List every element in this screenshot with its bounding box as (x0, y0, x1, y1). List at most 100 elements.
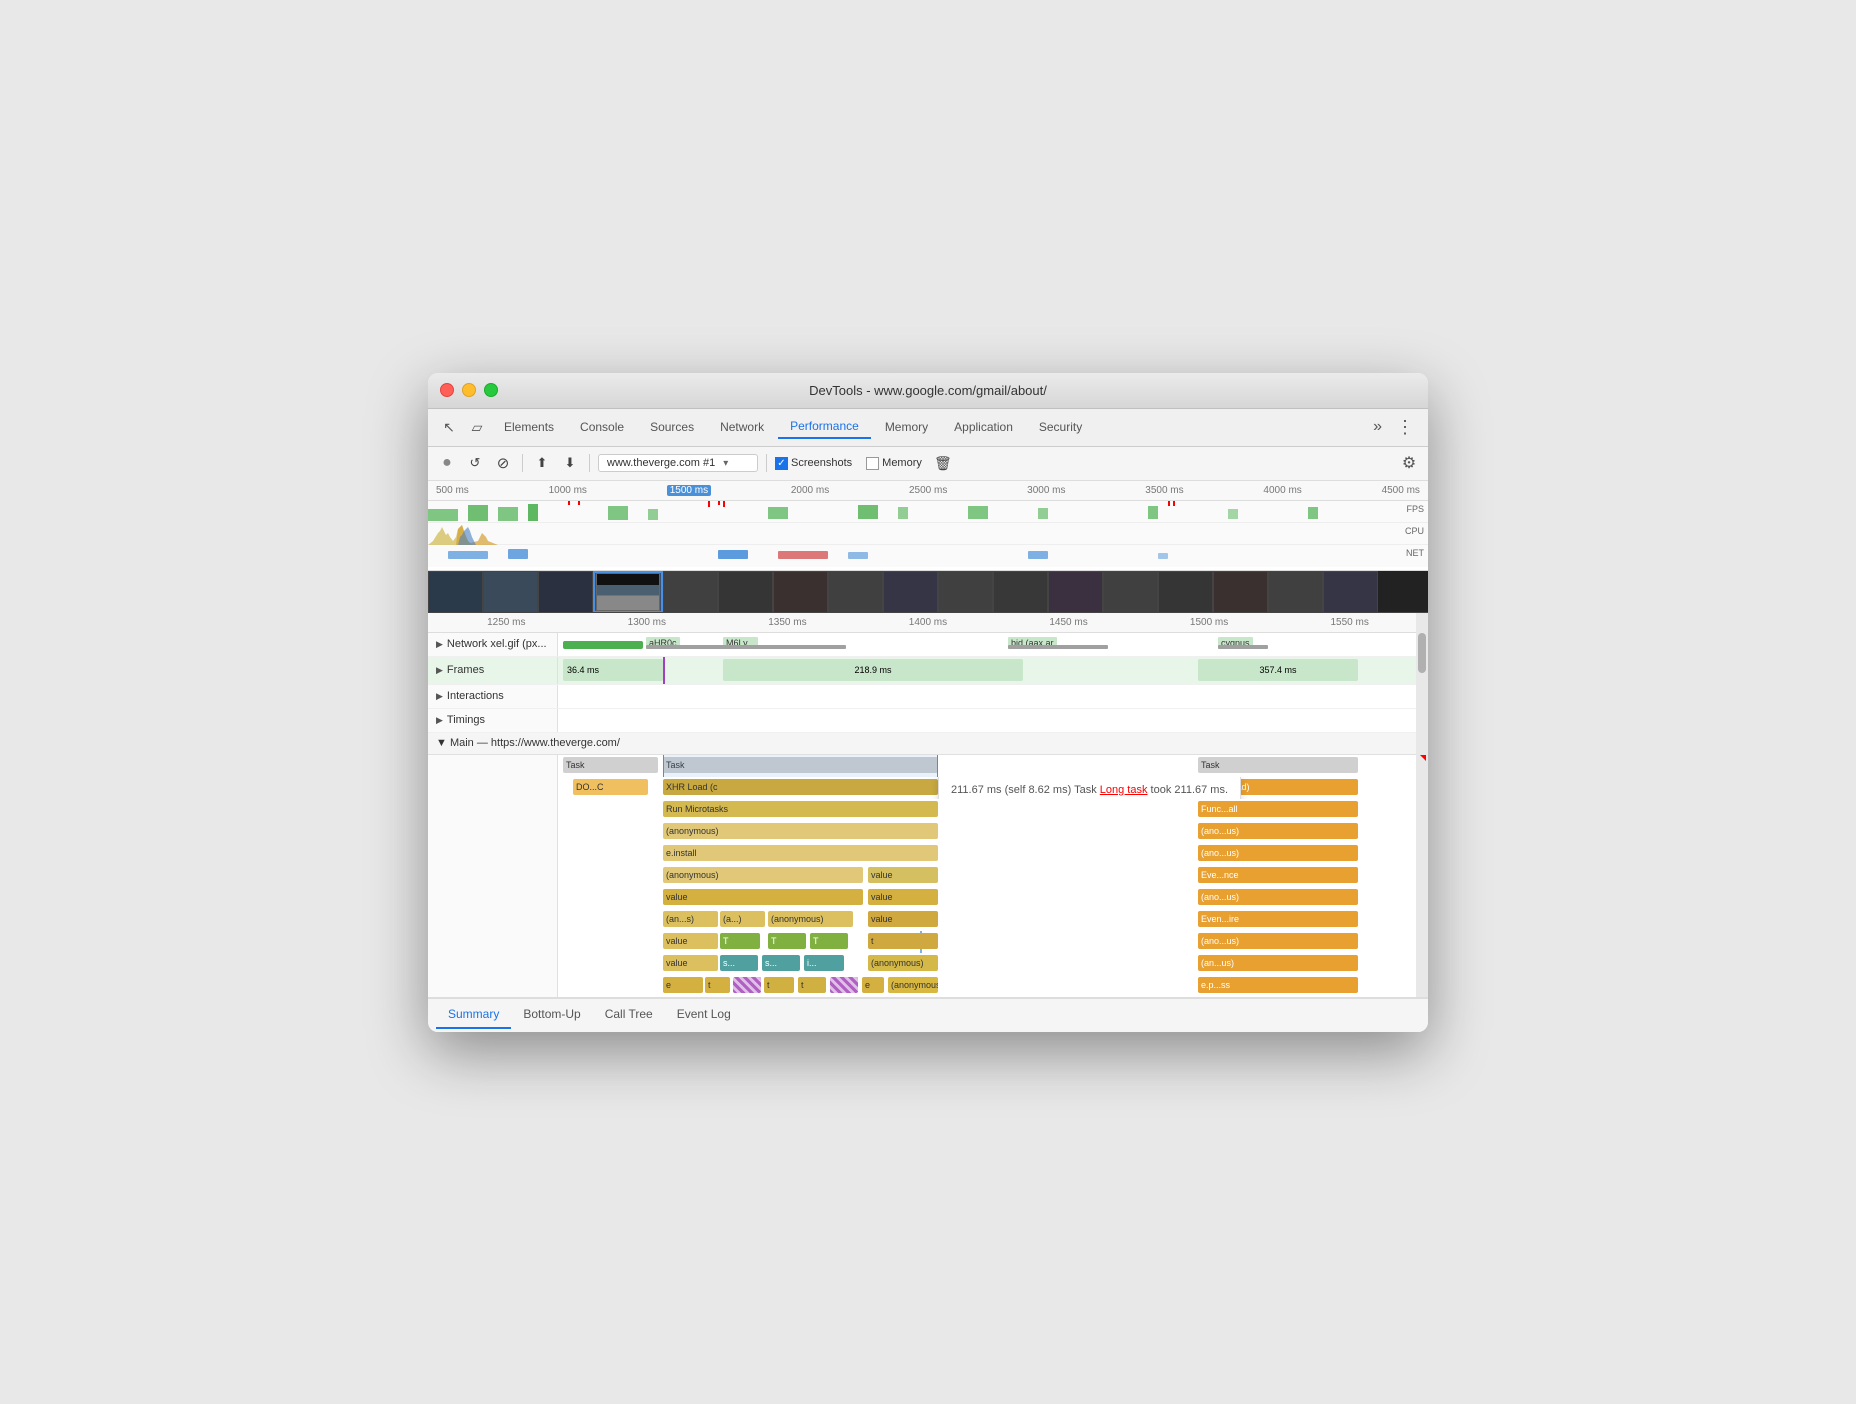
main-thread-header[interactable]: ▼ Main — https://www.theverge.com/ (428, 733, 1428, 755)
screenshot-strip[interactable] (428, 571, 1428, 613)
tab-application[interactable]: Application (942, 416, 1025, 438)
T-bar-1[interactable]: T (720, 933, 760, 949)
maximize-button[interactable] (484, 383, 498, 397)
cursor-icon[interactable]: ↖ (436, 414, 462, 440)
bottom-up-tab[interactable]: Bottom-Up (511, 1001, 592, 1029)
value-bar-2[interactable]: value (663, 889, 863, 905)
tab-sources[interactable]: Sources (638, 416, 706, 438)
value-bar-5[interactable]: value (663, 933, 718, 949)
T-bar-2[interactable]: T (768, 933, 806, 949)
ans-bar[interactable]: (an...s) (663, 911, 718, 927)
anon-bar-4[interactable]: (anonymous) (868, 955, 938, 971)
ano-us-bar-3[interactable]: (ano...us) (1198, 889, 1358, 905)
func-all-bar[interactable]: Func...all (1198, 801, 1358, 817)
network-expand-arrow[interactable]: ▶ (436, 639, 443, 650)
event-log-tab[interactable]: Event Log (665, 1001, 743, 1029)
e-bar-2[interactable]: e (862, 977, 884, 993)
flame-row-8-content[interactable]: (an...s) (a...) (anonymous) value Even..… (558, 909, 1428, 931)
t-bar-2[interactable]: t (705, 977, 730, 993)
value-bar-1[interactable]: value (868, 867, 938, 883)
t-bar-4[interactable]: t (798, 977, 826, 993)
tab-performance[interactable]: Performance (778, 415, 871, 439)
t-bar-1[interactable]: t (868, 933, 938, 949)
flame-row-5-content[interactable]: e.install (ano...us) (558, 843, 1428, 865)
summary-tab[interactable]: Summary (436, 1001, 511, 1029)
ano-us-bar-4[interactable]: (ano...us) (1198, 933, 1358, 949)
trash-icon[interactable]: 🗑 (932, 452, 954, 474)
einstall-bar[interactable]: e.install (663, 845, 938, 861)
network-track-content[interactable]: aHR0c M6Ly... bid (aax.ar cygnus (558, 633, 1428, 656)
clear-button[interactable]: ⊘ (492, 452, 514, 474)
anon-bar-5[interactable]: (anonymous) (888, 977, 938, 993)
task-bar-3[interactable]: Task (1198, 757, 1358, 773)
stripe-bar-2[interactable] (830, 977, 858, 993)
flame-row-11-content[interactable]: e t t t e (anonymous) e.p...ss (558, 975, 1428, 997)
screenshots-checkbox-item[interactable]: ✓ Screenshots (775, 457, 852, 470)
e-bar-1[interactable]: e (663, 977, 703, 993)
timings-track-label[interactable]: ▶ Timings (428, 709, 558, 732)
xhr-load-bar[interactable]: XHR Load (c (663, 779, 938, 795)
close-button[interactable] (440, 383, 454, 397)
flame-row-1-content[interactable]: Task Task Task (558, 755, 1428, 777)
anon-bar-2[interactable]: (anonymous) (663, 867, 863, 883)
task-bar-1[interactable]: Task (563, 757, 658, 773)
tab-security[interactable]: Security (1027, 416, 1094, 438)
flame-row-3-content[interactable]: Run Microtasks Func...all (558, 799, 1428, 821)
run-microtasks-bar[interactable]: Run Microtasks (663, 801, 938, 817)
do-c-bar[interactable]: DO...C (573, 779, 648, 795)
timeline-overview[interactable]: 500 ms 1000 ms 1500 ms 2000 ms 2500 ms 3… (428, 481, 1428, 571)
tab-network[interactable]: Network (708, 416, 776, 438)
even-ire-bar[interactable]: Even...ire (1198, 911, 1358, 927)
more-menu[interactable]: ⋮ (1390, 417, 1420, 438)
minimize-button[interactable] (462, 383, 476, 397)
record-button[interactable]: ● (436, 452, 458, 474)
memory-checkbox-item[interactable]: Memory (866, 457, 922, 470)
capture-url-select[interactable]: www.theverge.com #1 ▾ (598, 454, 758, 472)
tab-elements[interactable]: Elements (492, 416, 566, 438)
task-bar-2[interactable]: Task (663, 757, 938, 773)
network-track-label[interactable]: ▶ Network xel.gif (px... (428, 633, 558, 656)
main-collapse-arrow[interactable]: ▼ (436, 737, 447, 749)
flame-row-6-content[interactable]: (anonymous) value Eve...nce (558, 865, 1428, 887)
s-bar-1[interactable]: s... (720, 955, 758, 971)
frames-track-label[interactable]: ▶ Frames (428, 657, 558, 684)
t-bar-3[interactable]: t (764, 977, 794, 993)
interactions-expand-arrow[interactable]: ▶ (436, 691, 443, 702)
anon-bar-1[interactable]: (anonymous) (663, 823, 938, 839)
an-us-bar[interactable]: (an...us) (1198, 955, 1358, 971)
ano-us-bar-1[interactable]: (ano...us) (1198, 823, 1358, 839)
ep-ss-bar[interactable]: e.p...ss (1198, 977, 1358, 993)
eve-nce-bar[interactable]: Eve...nce (1198, 867, 1358, 883)
call-tree-tab[interactable]: Call Tree (593, 1001, 665, 1029)
timings-expand-arrow[interactable]: ▶ (436, 715, 443, 726)
interactions-content[interactable] (558, 685, 1428, 708)
tabs-overflow[interactable]: » (1367, 418, 1388, 436)
value-bar-4[interactable]: value (868, 911, 938, 927)
settings-button[interactable]: ⚙ (1398, 452, 1420, 474)
memory-checkbox[interactable] (866, 457, 879, 470)
scrollbar-thumb[interactable] (1418, 633, 1426, 673)
s-bar-2[interactable]: s... (762, 955, 800, 971)
download-button[interactable]: ⬇ (559, 452, 581, 474)
ano-us-bar-2[interactable]: (ano...us) (1198, 845, 1358, 861)
reload-record-button[interactable]: ↺ (464, 452, 486, 474)
flame-row-4-content[interactable]: (anonymous) (ano...us) (558, 821, 1428, 843)
frames-track-content[interactable]: 36.4 ms 218.9 ms 357.4 ms (558, 657, 1428, 684)
T-bar-3[interactable]: T (810, 933, 848, 949)
vertical-scrollbar[interactable] (1416, 613, 1428, 997)
value-bar-6[interactable]: value (663, 955, 718, 971)
flame-row-7-content[interactable]: value value (ano...us) (558, 887, 1428, 909)
frames-expand-arrow[interactable]: ▶ (436, 665, 443, 676)
anon-bar-3[interactable]: (anonymous) (768, 911, 853, 927)
interactions-track-label[interactable]: ▶ Interactions (428, 685, 558, 708)
flame-row-2-content[interactable]: DO...C XHR Load (c 211.67 ms (self 8.62 … (558, 777, 1428, 799)
tab-memory[interactable]: Memory (873, 416, 940, 438)
flame-row-10-content[interactable]: value s... s... i... (anonymous) (an...u… (558, 953, 1428, 975)
timings-content[interactable] (558, 709, 1428, 732)
value-bar-3[interactable]: value (868, 889, 938, 905)
a-bar[interactable]: (a...) (720, 911, 765, 927)
i-bar[interactable]: i... (804, 955, 844, 971)
screenshots-checkbox[interactable]: ✓ (775, 457, 788, 470)
stripe-bar-1[interactable] (733, 977, 761, 993)
upload-button[interactable]: ⬆ (531, 452, 553, 474)
